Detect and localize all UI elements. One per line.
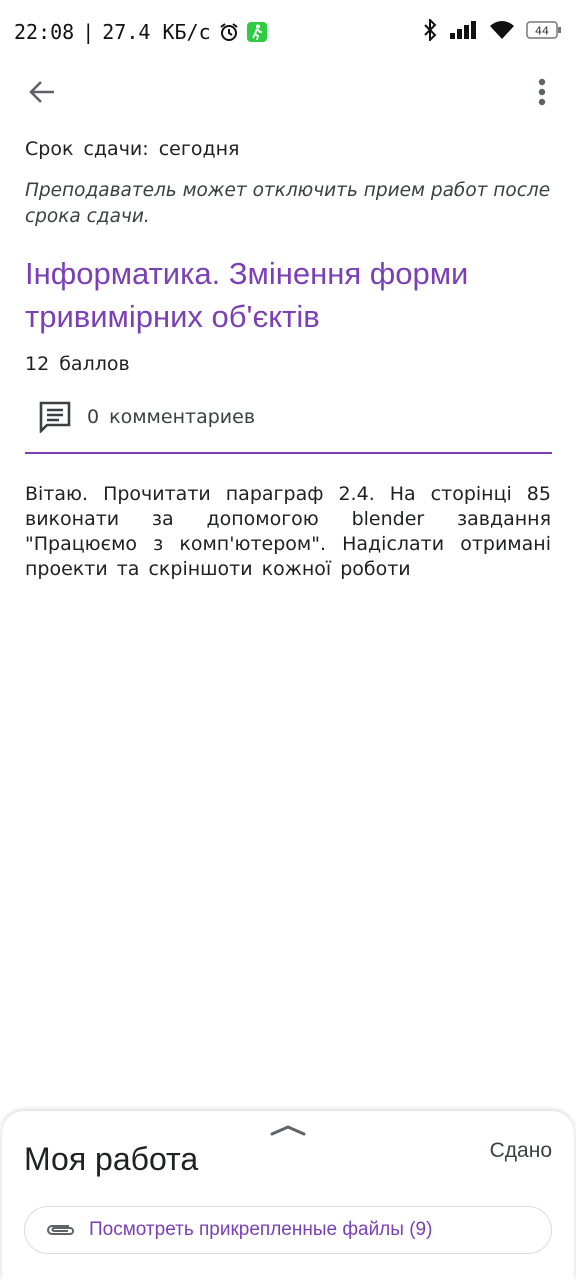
my-work-sheet: Моя работа Сдано Посмотреть прикрепленны… bbox=[2, 1111, 574, 1280]
arrow-back-icon bbox=[29, 81, 54, 103]
alarm-icon bbox=[219, 22, 239, 42]
status-separator: | bbox=[82, 20, 95, 44]
wifi-icon bbox=[490, 20, 514, 44]
due-date: Срок сдачи: сегодня bbox=[25, 138, 240, 160]
points: 12 баллов bbox=[25, 353, 130, 375]
status-time: 22:08 bbox=[14, 20, 75, 44]
late-submission-note: Преподаватель может отключить прием рабо… bbox=[25, 180, 551, 227]
bluetooth-icon bbox=[422, 17, 438, 46]
battery-level: 44 bbox=[535, 25, 549, 38]
assignment-title: Інформатика. Змінення форми тривимірних … bbox=[25, 256, 469, 334]
comments-count: 0 комментариев bbox=[87, 406, 256, 428]
more-vert-icon bbox=[538, 78, 546, 106]
comments-button[interactable]: 0 комментариев bbox=[25, 394, 551, 440]
status-bar: 22:08 | 27.4 КБ/с 44 bbox=[0, 0, 576, 64]
chevron-up-icon bbox=[270, 1125, 306, 1136]
attachments-label: Посмотреть прикрепленные файлы (9) bbox=[89, 1219, 433, 1240]
signal-icon bbox=[450, 20, 478, 44]
status-left: 22:08 | 27.4 КБ/с bbox=[14, 20, 267, 44]
divider bbox=[25, 452, 552, 454]
status-right: 44 bbox=[422, 17, 562, 46]
more-options-button[interactable] bbox=[526, 74, 558, 110]
battery-icon: 44 bbox=[526, 20, 562, 44]
view-attachments-button[interactable]: Посмотреть прикрепленные файлы (9) bbox=[24, 1206, 552, 1254]
app-bar bbox=[0, 64, 576, 120]
my-work-title: Моя работа bbox=[24, 1141, 199, 1177]
back-button[interactable] bbox=[22, 76, 62, 108]
assignment-description: Вітаю. Прочитати параграф 2.4. На сторін… bbox=[25, 483, 551, 580]
comment-icon bbox=[39, 401, 71, 433]
attachment-icon bbox=[47, 1225, 74, 1235]
status-speed: 27.4 КБ/с bbox=[102, 20, 211, 44]
expand-handle[interactable] bbox=[270, 1123, 306, 1137]
walking-icon bbox=[246, 22, 267, 42]
submission-status: Сдано bbox=[489, 1139, 552, 1162]
